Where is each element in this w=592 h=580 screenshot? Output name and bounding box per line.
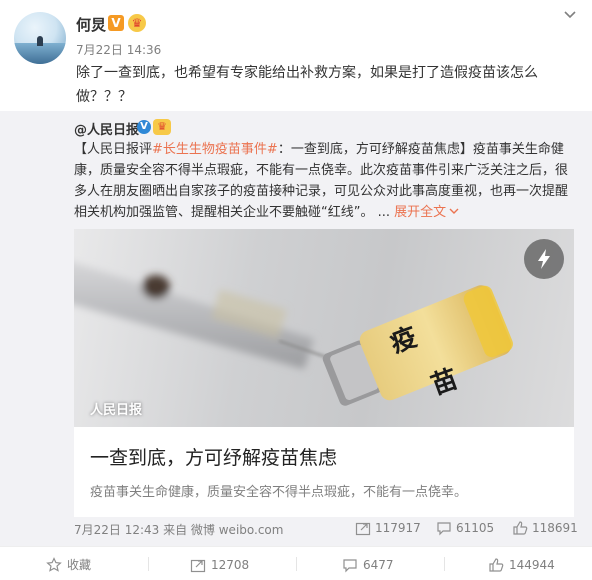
repost-count: 12708 (211, 558, 250, 572)
post-action-bar: 收藏 12708 6477 144944 (0, 546, 592, 580)
lightning-icon (538, 249, 550, 269)
author-name[interactable]: 何炅 (76, 14, 106, 35)
divider (148, 557, 149, 571)
article-card-title[interactable]: 一查到底，方可纾解疫苗焦虑 (90, 443, 337, 470)
like-count-value: 118691 (532, 521, 578, 535)
share-icon (355, 522, 371, 536)
share-icon (190, 559, 206, 573)
verified-badge-icon: V (108, 15, 124, 31)
post-time[interactable]: 7月22日 14:36 (76, 41, 161, 58)
post-text: 除了一查到底，也希望有专家能给出补救方案，如果是打了造假疫苗该怎么做？？？ (76, 65, 538, 105)
star-icon (46, 557, 62, 572)
article-card-image[interactable]: 疫 苗 人民日报 (74, 229, 574, 427)
original-post-text: 【人民日报评#长生生物疫苗事件#：一查到底，方可纾解疫苗焦虑】疫苗事关生命健康，… (74, 139, 574, 223)
avatar-sea (14, 43, 66, 64)
repost-block: @人民日报 V ♛ 【人民日报评#长生生物疫苗事件#：一查到底，方可纾解疫苗焦虑… (0, 111, 592, 546)
article-card-description: 疫苗事关生命健康，质量安全容不得半点瑕疵，不能有一点侥幸。 (90, 485, 468, 500)
chevron-down-icon (449, 208, 459, 214)
comment-count: 6477 (363, 558, 394, 572)
text-prefix: 【人民日报评 (74, 142, 153, 157)
verified-blue-badge-icon: V (137, 120, 151, 134)
chevron-down-icon[interactable] (562, 6, 578, 22)
favorite-label: 收藏 (67, 558, 92, 572)
weibo-post: 何炅 V ♛ 7月22日 14:36 除了一查到底，也希望有专家能给出补救方案，… (0, 0, 592, 546)
vaccine-vial-illustration: 疫 苗 (74, 262, 513, 406)
play-button[interactable] (524, 239, 564, 279)
hashtag-link[interactable]: #长生生物疫苗事件# (152, 142, 278, 157)
divider (444, 557, 445, 571)
comment-icon (437, 522, 451, 536)
thumbs-up-icon (513, 521, 528, 535)
member-crown-icon: ♛ (128, 14, 146, 32)
expand-label: 展开全文 (394, 205, 447, 220)
author-avatar[interactable] (14, 12, 66, 64)
member-crown-icon: ♛ (153, 119, 171, 135)
avatar-figure (37, 36, 43, 46)
image-source-label: 人民日报 (90, 403, 143, 418)
original-author-name[interactable]: @人民日报 (74, 119, 139, 138)
original-post-meta[interactable]: 7月22日 12:43 来自 微博 weibo.com (74, 521, 283, 538)
comment-icon (343, 559, 357, 573)
text-ellipsis: ... (373, 205, 395, 220)
thumbs-up-icon (489, 558, 504, 572)
like-count: 144944 (509, 558, 555, 572)
article-card[interactable]: 疫 苗 人民日报 一查到底，方可纾解疫苗焦虑 疫苗事关生命健康，质量安全容不得半… (74, 229, 574, 517)
repost-count-value: 117917 (375, 521, 421, 535)
divider (296, 557, 297, 571)
expand-full-text-link[interactable]: 展开全文 (394, 205, 459, 220)
comment-count-value: 61105 (456, 521, 495, 535)
